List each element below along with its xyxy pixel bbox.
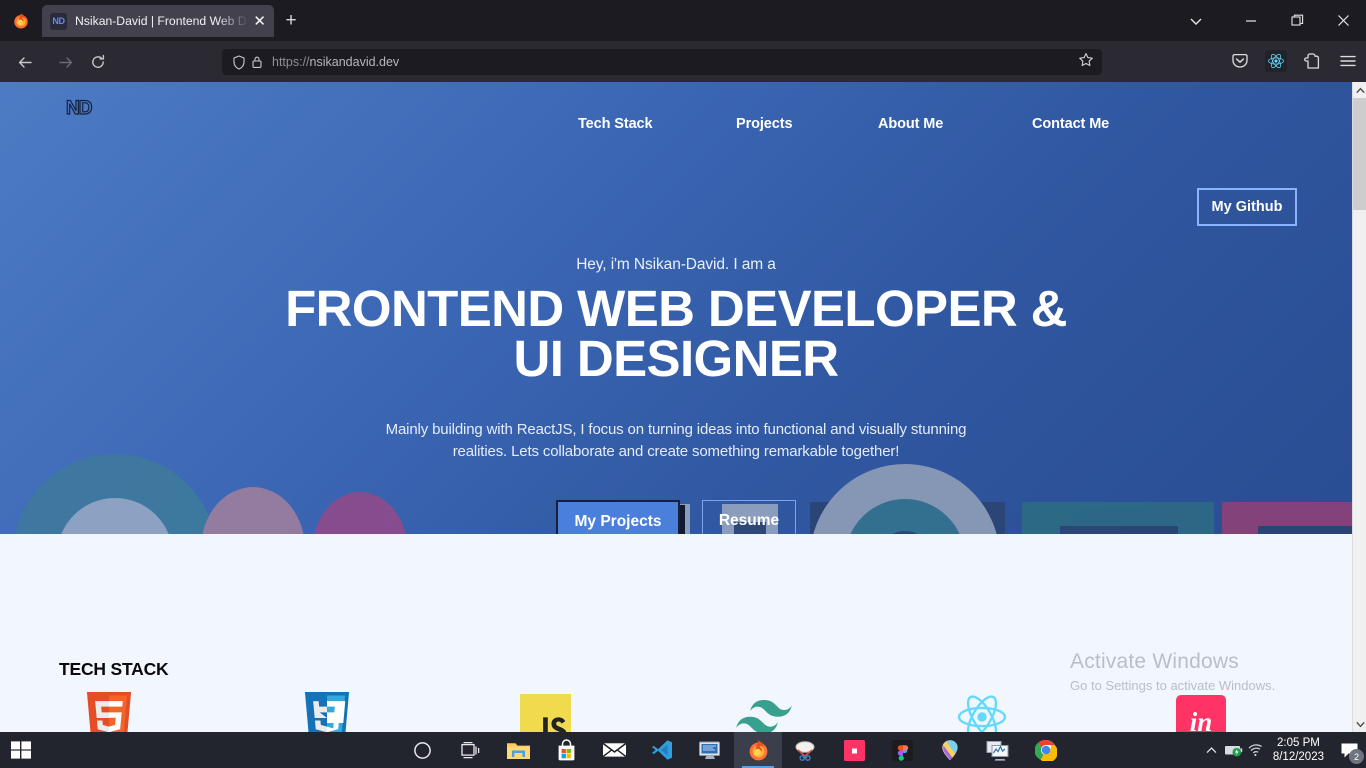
back-icon[interactable] bbox=[12, 49, 38, 75]
notification-count-badge: 2 bbox=[1349, 749, 1364, 764]
firefox-logo-icon bbox=[12, 12, 30, 30]
tech-stack-section: TECH STACK HTML bbox=[0, 534, 1352, 732]
tab-close-icon[interactable]: ✕ bbox=[253, 14, 266, 29]
chrome-icon[interactable] bbox=[1022, 732, 1070, 768]
hero-title: FRONTEND WEB DEVELOPER & UI DESIGNER bbox=[176, 283, 1176, 387]
tab-strip: ND Nsikan-David | Frontend Web D ✕ + bbox=[0, 0, 1366, 41]
resume-button[interactable]: Resume bbox=[702, 500, 796, 534]
url-host: nsikandavid.dev bbox=[309, 55, 400, 69]
page-scrollbar[interactable] bbox=[1352, 82, 1366, 732]
hero-eyebrow: Hey, i'm Nsikan-David. I am a bbox=[576, 256, 776, 273]
snipping-tool-icon[interactable] bbox=[782, 732, 830, 768]
nav-links: Tech Stack Projects About Me Contact Me bbox=[0, 82, 1352, 164]
paint-3d-icon[interactable] bbox=[926, 732, 974, 768]
battery-icon[interactable] bbox=[1223, 732, 1245, 768]
tech-item-tailwind[interactable]: Tailwind CSS bbox=[655, 689, 873, 732]
pocket-icon[interactable] bbox=[1228, 49, 1252, 73]
notifications-button[interactable]: 2 bbox=[1332, 732, 1366, 768]
restore-icon[interactable] bbox=[1274, 0, 1320, 41]
url-text[interactable]: https://nsikandavid.dev bbox=[272, 55, 1078, 69]
window-close-icon[interactable] bbox=[1320, 0, 1366, 41]
microsoft-store-icon[interactable] bbox=[542, 732, 590, 768]
invision-icon: in bbox=[1175, 689, 1226, 732]
task-manager-icon[interactable] bbox=[974, 732, 1022, 768]
react-devtools-icon[interactable] bbox=[1264, 49, 1288, 73]
hero-section: ND Tech Stack Projects About Me Contact … bbox=[0, 82, 1352, 534]
tech-stack-list: HTML CSS bbox=[0, 689, 1310, 732]
reload-icon[interactable] bbox=[85, 49, 111, 75]
hero-title-line-2: UI DESIGNER bbox=[513, 330, 840, 387]
svg-text:in: in bbox=[1190, 707, 1213, 732]
nav-link-projects[interactable]: Projects bbox=[736, 116, 793, 132]
tech-item-reactjs[interactable]: ReactJS bbox=[873, 689, 1091, 732]
tailwindcss-icon bbox=[736, 689, 792, 732]
tech-stack-heading: TECH STACK bbox=[59, 659, 169, 679]
hero-title-line-1: FRONTEND WEB DEVELOPER & bbox=[285, 280, 1067, 337]
css3-icon bbox=[302, 689, 352, 732]
clock-date: 8/12/2023 bbox=[1272, 751, 1324, 763]
tech-item-javascript[interactable]: JavaScript bbox=[437, 689, 655, 732]
nav-link-about-me[interactable]: About Me bbox=[878, 116, 943, 132]
cortana-icon[interactable] bbox=[398, 732, 446, 768]
my-github-button[interactable]: My Github bbox=[1197, 188, 1297, 226]
mail-icon[interactable] bbox=[590, 732, 638, 768]
windows-taskbar: 2:05 PM 8/12/2023 2 bbox=[0, 732, 1366, 768]
tech-item-html[interactable]: HTML bbox=[0, 689, 218, 732]
invision-icon[interactable] bbox=[830, 732, 878, 768]
windows-start-icon[interactable] bbox=[10, 739, 34, 761]
show-hidden-icons[interactable] bbox=[1201, 732, 1223, 768]
reactjs-icon bbox=[955, 689, 1009, 732]
taskbar-clock[interactable]: 2:05 PM 8/12/2023 bbox=[1273, 736, 1324, 764]
nav-link-tech-stack[interactable]: Tech Stack bbox=[578, 116, 653, 132]
shield-icon[interactable] bbox=[230, 54, 248, 70]
lock-icon[interactable] bbox=[248, 54, 266, 70]
browser-tab[interactable]: ND Nsikan-David | Frontend Web D ✕ bbox=[42, 5, 274, 37]
bookmark-star-icon[interactable] bbox=[1078, 52, 1094, 73]
task-view-icon[interactable] bbox=[446, 732, 494, 768]
menu-icon[interactable] bbox=[1336, 49, 1360, 73]
new-tab-button[interactable]: + bbox=[280, 10, 302, 32]
extensions-icon[interactable] bbox=[1300, 49, 1324, 73]
figma-icon[interactable] bbox=[878, 732, 926, 768]
window-controls bbox=[1164, 0, 1366, 41]
site-navigation: ND Tech Stack Projects About Me Contact … bbox=[0, 82, 1352, 164]
hero-subtitle: Mainly building with ReactJS, I focus on… bbox=[385, 421, 967, 460]
javascript-icon bbox=[520, 689, 572, 732]
tab-favicon: ND bbox=[50, 12, 67, 30]
url-scheme: https:// bbox=[272, 55, 310, 69]
taskbar-items bbox=[398, 732, 1070, 768]
minimize-icon[interactable] bbox=[1228, 0, 1274, 41]
page-viewport: ND Tech Stack Projects About Me Contact … bbox=[0, 82, 1366, 732]
browser-chrome: ND Nsikan-David | Frontend Web D ✕ + htt… bbox=[0, 0, 1366, 82]
scrollbar-thumb[interactable] bbox=[1353, 98, 1366, 210]
wifi-icon[interactable] bbox=[1245, 732, 1267, 768]
forward-icon[interactable] bbox=[52, 49, 78, 75]
my-projects-button[interactable]: My Projects bbox=[556, 500, 680, 534]
hero-cta-group: My Projects Resume bbox=[0, 500, 1352, 534]
scroll-down-arrow-icon[interactable] bbox=[1353, 716, 1366, 732]
file-explorer-icon[interactable] bbox=[494, 732, 542, 768]
navigation-toolbar: https://nsikandavid.dev bbox=[0, 41, 1366, 82]
scroll-up-arrow-icon[interactable] bbox=[1353, 82, 1366, 98]
remote-desktop-icon[interactable] bbox=[686, 732, 734, 768]
tech-item-css[interactable]: CSS bbox=[218, 689, 436, 732]
tech-item-invision[interactable]: in Invision Studio bbox=[1092, 689, 1310, 732]
html5-icon bbox=[84, 689, 134, 732]
firefox-icon[interactable] bbox=[734, 732, 782, 768]
clock-time: 2:05 PM bbox=[1277, 737, 1320, 749]
nav-link-contact-me[interactable]: Contact Me bbox=[1032, 116, 1109, 132]
address-bar[interactable]: https://nsikandavid.dev bbox=[222, 49, 1102, 75]
vs-code-icon[interactable] bbox=[638, 732, 686, 768]
toolbar-icons bbox=[1228, 49, 1360, 73]
tab-title: Nsikan-David | Frontend Web D bbox=[75, 14, 247, 28]
chevron-down-icon[interactable] bbox=[1164, 0, 1228, 41]
system-tray: 2:05 PM 8/12/2023 2 bbox=[1201, 732, 1366, 768]
